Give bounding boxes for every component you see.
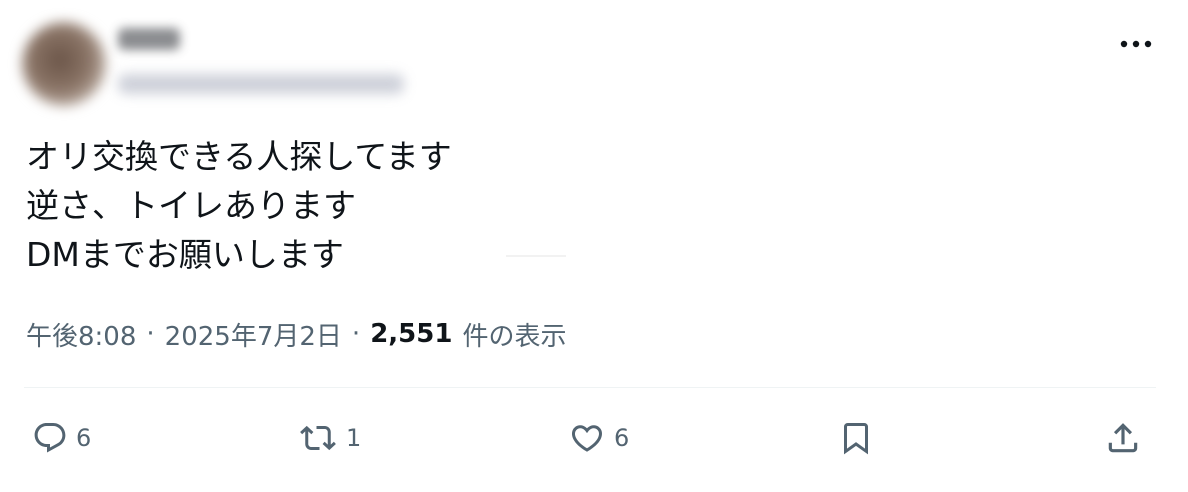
divider	[24, 387, 1156, 388]
tweet-meta: 午後8:08 · 2025年7月2日 · 2,551 件の表示	[26, 314, 566, 354]
retweet-icon	[298, 420, 338, 456]
tweet-text-line: DMまでお願いします	[26, 235, 344, 274]
bookmark-button[interactable]	[838, 412, 874, 464]
reply-button[interactable]: 6	[32, 412, 91, 464]
more-options-button[interactable]	[1116, 34, 1156, 54]
action-bar: 6 1 6	[0, 412, 1188, 464]
display-name-blurred[interactable]	[118, 28, 180, 50]
tweet-time[interactable]: 午後8:08	[26, 316, 136, 353]
tweet-text-line: オリ交換できる人探してます	[26, 137, 452, 176]
bookmark-icon	[838, 418, 874, 458]
tweet-date[interactable]: 2025年7月2日	[165, 316, 342, 353]
like-count: 6	[614, 424, 630, 452]
tweet-text: オリ交換できる人探してます 逆さ、トイレあります DMまでお願いします	[26, 132, 786, 279]
reply-count: 6	[76, 424, 92, 452]
tweet-card: オリ交換できる人探してます 逆さ、トイレあります DMまでお願いします 午後8:…	[0, 0, 1188, 492]
user-handle-blurred[interactable]	[118, 74, 404, 94]
tweet-text-line: 逆さ、トイレあります	[26, 186, 356, 225]
retweet-count: 1	[346, 424, 362, 452]
faint-mark	[506, 255, 566, 257]
share-button[interactable]	[1104, 412, 1142, 464]
meta-separator: ·	[146, 319, 155, 349]
reply-icon	[32, 420, 68, 456]
heart-icon	[568, 420, 606, 456]
views-label: 件の表示	[462, 321, 567, 352]
more-horizontal-icon	[1119, 40, 1153, 48]
share-icon	[1104, 419, 1142, 457]
avatar[interactable]	[22, 22, 106, 106]
like-button[interactable]: 6	[568, 412, 629, 464]
retweet-button[interactable]: 1	[298, 412, 361, 464]
views-count[interactable]: 2,551	[370, 319, 452, 349]
meta-separator: ·	[351, 319, 361, 349]
